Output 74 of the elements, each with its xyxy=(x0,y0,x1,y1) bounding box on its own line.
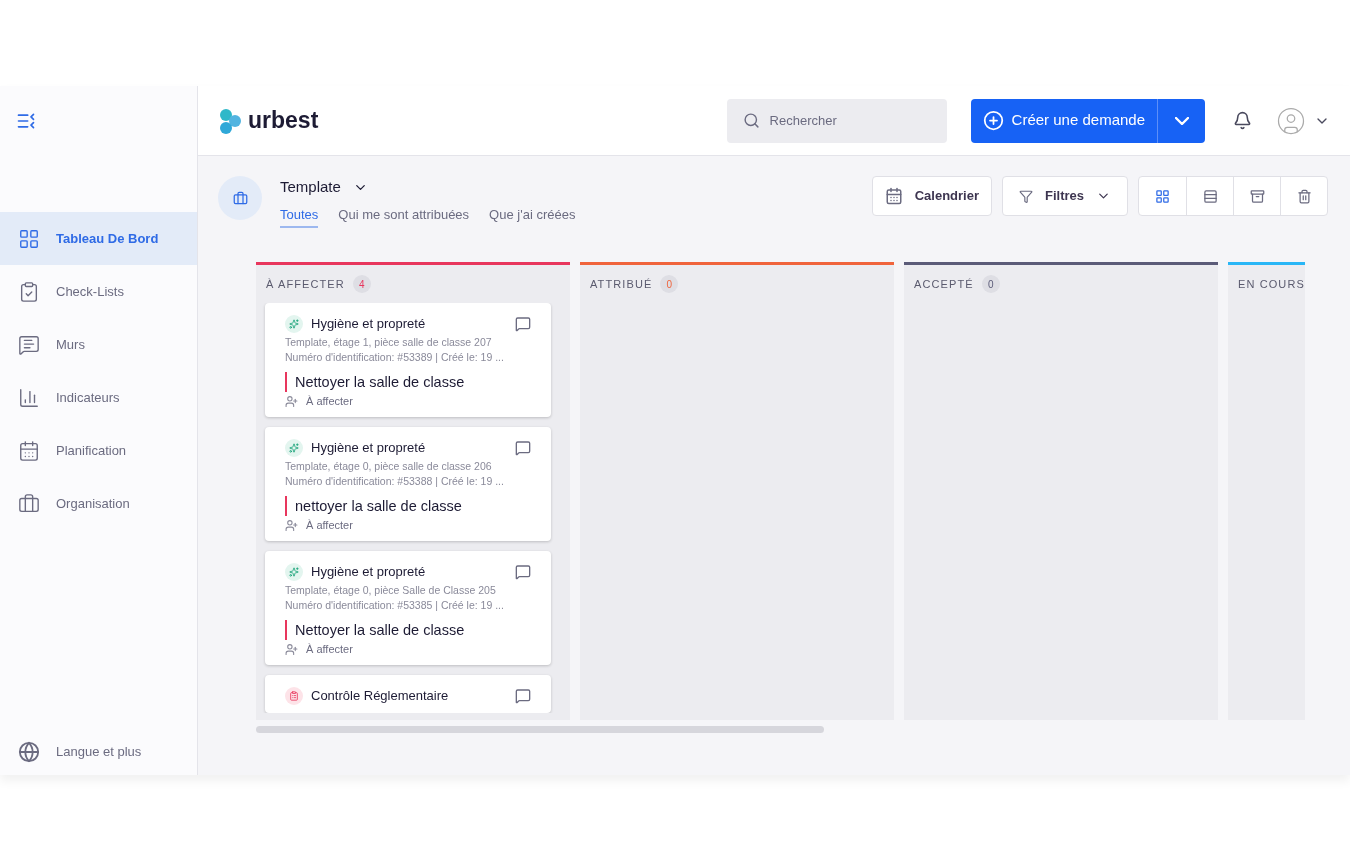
column-title: À AFFECTER xyxy=(266,276,345,292)
card-title: Nettoyer la salle de classe xyxy=(295,373,465,392)
horizontal-scrollbar[interactable] xyxy=(256,726,824,733)
sidebar-item[interactable]: Check-Lists xyxy=(0,265,197,318)
logo-text: urbest xyxy=(248,106,319,136)
card-category: Contrôle Réglementaire xyxy=(311,688,450,704)
plus-icon xyxy=(982,110,1004,131)
briefcase-icon xyxy=(18,492,40,515)
filter-tab[interactable]: Toutes xyxy=(280,204,319,228)
filter-button[interactable]: Filtres xyxy=(1002,176,1128,216)
filter-tab[interactable]: Que j'ai créées xyxy=(489,204,576,228)
card-meta: Numéro d'identification: #53388 | Créé le: 19 ... xyxy=(285,474,505,489)
card-location: Template, étage 0, pièce salle de classe 206 xyxy=(285,459,493,474)
column-count: 0 xyxy=(660,275,679,293)
sparkle-icon xyxy=(285,315,303,333)
card-location: Template, étage 0, pièce Salle de Classe 205 xyxy=(285,583,497,598)
column-title: EN COURS xyxy=(1238,276,1305,292)
search-icon xyxy=(742,111,760,129)
sparkle-icon xyxy=(285,439,303,457)
column-title: ATTRIBUÉ xyxy=(590,276,653,292)
archive-icon xyxy=(1249,188,1265,204)
comment-icon[interactable] xyxy=(515,688,531,704)
column-title: ACCEPTÉ xyxy=(914,276,974,292)
bar-chart-icon xyxy=(18,386,40,409)
search-field[interactable]: Rechercher xyxy=(726,98,947,143)
language-link[interactable]: Langue et plus xyxy=(0,729,197,775)
comment-icon[interactable] xyxy=(515,440,531,456)
request-card[interactable]: Hygiène et propreté Template, étage 1, pièce salle de classe 207 Numéro d'identification: #53389 | Créé le: 19 ... Nettoyer la salle de classe À affecter xyxy=(265,303,551,417)
card-title: nettoyer la salle de classe xyxy=(295,497,462,516)
card-category: Hygiène et propreté xyxy=(311,564,427,580)
message-icon xyxy=(18,333,40,356)
card-category: Hygiène et propreté xyxy=(311,440,427,456)
request-card[interactable]: Contrôle Réglementaire xyxy=(265,675,551,713)
card-meta: Numéro d'identification: #53385 | Créé le: 19 ... xyxy=(285,598,505,613)
filter-tab[interactable]: Qui me sont attribuées xyxy=(338,204,470,228)
logo-icon xyxy=(218,107,244,134)
card-location: Template, étage 1, pièce salle de classe 207 xyxy=(285,335,493,350)
column-count: 0 xyxy=(981,275,1000,293)
request-card[interactable]: Hygiène et propreté Template, étage 0, pièce Salle de Classe 205 Numéro d'identification: #53385 | Créé le: 19 ... Nettoyer la salle de classe À affecter xyxy=(265,551,551,665)
sidebar-item[interactable]: Tableau De Bord xyxy=(0,212,197,265)
card-meta: Numéro d'identification: #53389 | Créé le: 19 ... xyxy=(285,350,505,365)
card-assignee: À affecter xyxy=(306,642,353,656)
card-assignee: À affecter xyxy=(306,518,353,532)
chevron-icon xyxy=(1174,116,1189,125)
sidebar-item[interactable]: Murs xyxy=(0,318,197,371)
card-category: Hygiène et propreté xyxy=(311,316,427,332)
sidebar-item[interactable]: Indicateurs xyxy=(0,371,197,424)
comment-icon[interactable] xyxy=(515,564,531,580)
calendar-button[interactable]: Calendrier xyxy=(871,176,992,216)
card-title: Nettoyer la salle de classe xyxy=(295,621,465,640)
card-assignee: À affecter xyxy=(306,394,353,408)
list-icon xyxy=(1202,188,1218,204)
briefcase-icon xyxy=(218,176,262,220)
board-selector[interactable]: Template xyxy=(280,176,576,199)
notification-icon[interactable] xyxy=(1233,111,1252,130)
column-count: 4 xyxy=(352,275,371,293)
calendar-icon xyxy=(18,439,40,462)
grid-icon xyxy=(18,227,40,250)
comment-icon[interactable] xyxy=(515,316,531,332)
sidebar-item[interactable]: Planification xyxy=(0,424,197,477)
clipboard-check-icon xyxy=(18,280,40,303)
trash-icon xyxy=(1296,188,1312,204)
user-add-icon xyxy=(285,642,298,656)
sparkle-icon xyxy=(285,563,303,581)
menu-icon[interactable] xyxy=(16,111,36,131)
calendar-icon xyxy=(884,187,903,205)
user-add-icon xyxy=(285,518,298,532)
grid-icon xyxy=(1155,188,1170,204)
clipboard-icon xyxy=(285,687,303,705)
globe-icon xyxy=(18,741,40,763)
sidebar-item[interactable]: Organisation xyxy=(0,477,197,530)
user-add-icon xyxy=(285,394,298,408)
request-card[interactable]: Hygiène et propreté Template, étage 0, pièce salle de classe 206 Numéro d'identification: #53388 | Créé le: 19 ... nettoyer la salle de classe À affecter xyxy=(265,427,551,541)
funnel-icon xyxy=(1019,188,1034,204)
